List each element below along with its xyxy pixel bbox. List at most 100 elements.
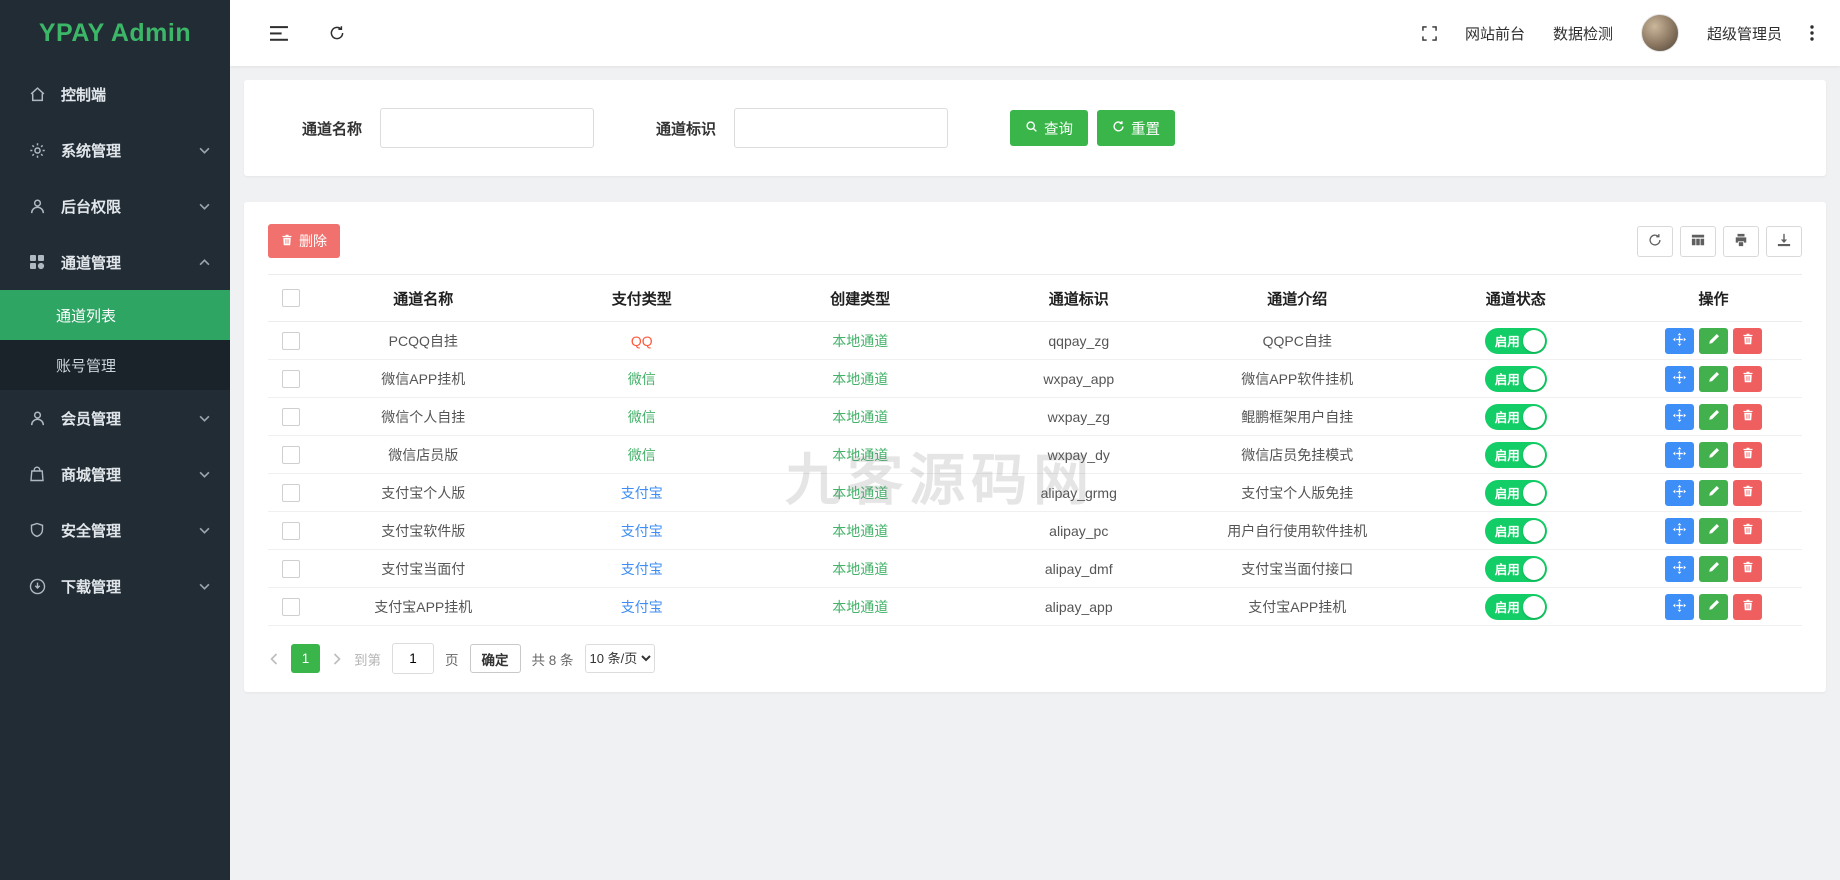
channel-code-input[interactable] [734,108,949,148]
edit-icon [1708,371,1720,386]
goto-page-input[interactable] [392,643,434,674]
page-size-select[interactable]: 10 条/页 [584,644,655,673]
delete-row-button[interactable] [1733,555,1762,582]
avatar[interactable] [1640,14,1679,52]
refresh-page-icon[interactable] [329,25,345,41]
sidebar-menu: 控制端 系统管理后台权限通道管理 通道列表 账号管理 会员管理 商城管理 安全管理下载管理 [0,66,230,614]
pay-type-cell: 支付宝 [532,587,751,626]
delete-button[interactable]: 删除 [268,224,340,258]
print-icon [1734,233,1748,250]
move-button[interactable] [1665,479,1694,506]
sidebar-subitem-account[interactable]: 账号管理 [0,340,230,390]
edit-icon [1708,485,1720,500]
status-toggle[interactable]: 启用 [1484,403,1547,430]
row-checkbox[interactable] [282,407,300,426]
sidebar-item-control[interactable]: 控制端 [0,66,230,122]
sidebar-item-label: 下载管理 [61,578,122,596]
page-1-button[interactable]: 1 [291,644,320,673]
row-checkbox[interactable] [282,445,300,464]
reset-button[interactable]: 重置 [1097,110,1176,146]
delete-row-button[interactable] [1733,593,1762,620]
delete-row-button[interactable] [1733,441,1762,468]
sidebar-item-security[interactable]: 安全管理 [0,502,230,558]
topbar-left [270,25,345,41]
sidebar-item-system[interactable]: 系统管理 [0,122,230,178]
select-all-checkbox[interactable] [282,289,300,308]
status-toggle[interactable]: 启用 [1484,593,1547,620]
row-checkbox[interactable] [282,597,300,616]
channel-name-cell: 微信个人自挂 [314,397,533,436]
nav-data-check[interactable]: 数据检测 [1553,23,1613,44]
confirm-page-button[interactable]: 确定 [469,644,521,673]
username[interactable]: 超级管理员 [1707,23,1782,44]
sidebar-item-channel[interactable]: 通道管理 [0,234,230,290]
sidebar-item-permission[interactable]: 后台权限 [0,178,230,234]
edit-button[interactable] [1699,479,1728,506]
delete-row-button[interactable] [1733,517,1762,544]
move-button[interactable] [1665,441,1694,468]
column-header: 通道标识 [969,274,1188,322]
query-button[interactable]: 查询 [1010,110,1089,146]
search-icon [1025,120,1038,137]
row-checkbox[interactable] [282,483,300,502]
delete-row-button[interactable] [1733,365,1762,392]
edit-button[interactable] [1699,441,1728,468]
edit-button[interactable] [1699,555,1728,582]
collapse-sidebar-icon[interactable] [270,25,289,41]
move-button[interactable] [1665,517,1694,544]
refresh-table-button[interactable] [1637,225,1673,257]
row-checkbox[interactable] [282,521,300,540]
pay-type-cell: 微信 [532,359,751,398]
sidebar-item-download[interactable]: 下载管理 [0,558,230,614]
move-button[interactable] [1665,327,1694,354]
edit-button[interactable] [1699,517,1728,544]
status-toggle[interactable]: 启用 [1484,555,1547,582]
channel-name-cell: PCQQ自挂 [314,321,533,360]
sidebar-subitem-channel-list[interactable]: 通道列表 [0,290,230,340]
delete-row-button[interactable] [1733,327,1762,354]
columns-filter-button[interactable] [1680,225,1716,257]
edit-button[interactable] [1699,593,1728,620]
more-menu-icon[interactable] [1810,25,1814,41]
download-icon [28,577,46,595]
fullscreen-icon[interactable] [1422,25,1437,41]
sidebar-item-label: 后台权限 [61,198,122,216]
user-icon [28,409,46,427]
channel-intro-cell: QQPC自挂 [1188,321,1407,360]
toggle-knob [1522,557,1545,580]
status-label: 启用 [1494,449,1520,463]
edit-icon [1708,447,1720,462]
delete-row-button[interactable] [1733,479,1762,506]
page-unit-label: 页 [445,652,459,668]
table-row: 微信店员版 微信 本地通道 wxpay_dy 微信店员免挂模式 启用 [268,435,1802,474]
status-toggle[interactable]: 启用 [1484,441,1547,468]
move-button[interactable] [1665,365,1694,392]
sidebar-item-mall[interactable]: 商城管理 [0,446,230,502]
edit-button[interactable] [1699,327,1728,354]
status-toggle[interactable]: 启用 [1484,517,1547,544]
move-button[interactable] [1665,593,1694,620]
status-toggle[interactable]: 启用 [1484,327,1547,354]
export-button[interactable] [1766,225,1802,257]
status-toggle[interactable]: 启用 [1484,365,1547,392]
move-button[interactable] [1665,555,1694,582]
table-row: 微信个人自挂 微信 本地通道 wxpay_zg 鲲鹏框架用户自挂 启用 [268,397,1802,436]
delete-row-button[interactable] [1733,403,1762,430]
row-checkbox[interactable] [282,369,300,388]
move-button[interactable] [1665,403,1694,430]
prev-page-button[interactable] [268,652,280,665]
row-checkbox[interactable] [282,331,300,350]
print-button[interactable] [1723,225,1759,257]
channel-table: 通道名称 支付类型 创建类型 通道标识 通道介绍 通道状态 操作 PCQQ自挂 QQ 本地通道 q… [268,274,1802,626]
nav-site-frontend[interactable]: 网站前台 [1465,23,1525,44]
row-checkbox[interactable] [282,559,300,578]
sidebar-item-member[interactable]: 会员管理 [0,390,230,446]
reset-icon [1112,120,1125,137]
status-toggle[interactable]: 启用 [1484,479,1547,506]
edit-button[interactable] [1699,365,1728,392]
topbar-right: 网站前台 数据检测 超级管理员 [1422,14,1814,52]
channel-name-input[interactable] [380,108,595,148]
next-page-button[interactable] [331,652,343,665]
edit-button[interactable] [1699,403,1728,430]
table-header-row: 通道名称 支付类型 创建类型 通道标识 通道介绍 通道状态 操作 [268,274,1802,322]
